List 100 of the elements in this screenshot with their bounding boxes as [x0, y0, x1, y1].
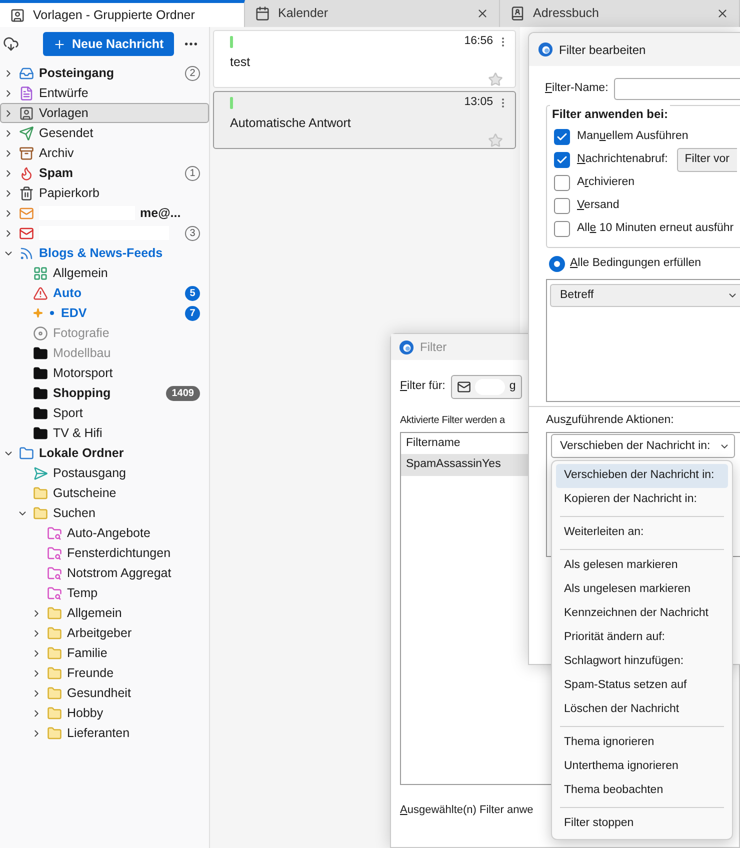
folder-item[interactable]: Suchen [0, 503, 209, 523]
menu-item[interactable]: Priorität ändern auf: [556, 626, 728, 650]
tab[interactable]: Vorlagen - Gruppierte Ordner [0, 0, 245, 27]
folder-item[interactable]: Lieferanten [0, 723, 209, 743]
new-message-button[interactable]: Neue Nachricht [43, 32, 174, 56]
folder-item[interactable]: Temp [0, 583, 209, 603]
checkbox-label: Nachrichtenabruf: [577, 152, 668, 168]
radio-button[interactable] [549, 256, 565, 272]
folder-item[interactable]: Blogs & News-Feeds [0, 243, 209, 263]
folder-item[interactable]: Gesendet [0, 123, 209, 143]
sparkle-icon [33, 308, 43, 318]
star-icon[interactable] [488, 132, 503, 148]
menu-item[interactable]: Thema beobachten [556, 779, 728, 803]
calendar-icon [255, 6, 270, 21]
field-label: Filter für: [400, 379, 446, 394]
menu-item[interactable]: Als gelesen markieren [556, 554, 728, 578]
condition-field-select[interactable]: Betreff [550, 284, 740, 307]
folder-item[interactable]: TV & Hifi [0, 423, 209, 443]
folder-item[interactable]: Allgemein [0, 603, 209, 623]
count-badge: 2 [185, 66, 200, 80]
folder-name: Gutscheine [53, 484, 116, 502]
folder-icon [47, 686, 62, 700]
folder-item[interactable]: Fensterdichtungen [0, 543, 209, 563]
status-bar-icon [230, 36, 233, 48]
folder-item[interactable]: Arbeitgeber [0, 623, 209, 643]
folder-item[interactable]: Posteingang 2 [0, 63, 209, 83]
menu-item[interactable]: Spam-Status setzen auf [556, 674, 728, 698]
menu-item[interactable]: Als ungelesen markieren [556, 578, 728, 602]
checkbox[interactable] [554, 175, 570, 191]
folder-icon [47, 646, 62, 660]
folder-name: Spam [39, 164, 74, 182]
menu-item[interactable]: Filter stoppen [556, 812, 728, 836]
checkbox[interactable] [554, 129, 570, 145]
close-icon[interactable] [716, 7, 729, 20]
checkbox-label: Archivieren [577, 175, 635, 190]
flame-icon [19, 166, 34, 180]
folder-item[interactable]: Sport [0, 403, 209, 423]
trash-icon [19, 186, 34, 200]
envelope-icon [19, 226, 34, 240]
menu-item[interactable]: Verschieben der Nachricht in: [556, 464, 728, 488]
folder-item[interactable]: Familie [0, 643, 209, 663]
menu-item[interactable]: Kennzeichnen der Nachricht [556, 602, 728, 626]
folder-item[interactable]: Lokale Ordner [0, 443, 209, 463]
folder-item[interactable]: Notstrom Aggregat [0, 563, 209, 583]
folder-icon [33, 346, 48, 360]
folder-item[interactable]: Gesundheit [0, 683, 209, 703]
folder-item[interactable]: Auto-Angebote [0, 523, 209, 543]
folder-item[interactable]: Shopping 1409 [0, 383, 209, 403]
folder-name: Archiv [39, 144, 74, 162]
menu-item[interactable]: Weiterleiten an: [556, 521, 728, 545]
folder-name: Modellbau [53, 344, 111, 362]
menu-item[interactable]: Kopieren der Nachricht in: [556, 488, 728, 512]
folder-item[interactable]: Hobby [0, 703, 209, 723]
star-icon[interactable] [488, 72, 503, 87]
menu-item[interactable]: Unterthema ignorieren [556, 755, 728, 779]
window-title: Filter bearbeiten [559, 42, 646, 58]
folder-item[interactable]: Motorsport [0, 363, 209, 383]
app-logo-icon [399, 340, 414, 354]
folder-icon [47, 706, 62, 720]
folder-icon [33, 506, 48, 520]
folder-item[interactable]: Gutscheine [0, 483, 209, 503]
message-card[interactable]: 16:56 test [213, 30, 516, 88]
close-icon[interactable] [476, 7, 489, 20]
checkmark-icon [556, 131, 568, 143]
folder-name: Vorlagen [39, 104, 88, 122]
message-card[interactable]: 13:05 Automatische Antwort [213, 91, 516, 149]
checkbox[interactable] [554, 152, 570, 168]
folder-name: Fotografie [53, 324, 110, 342]
checkbox-label: Versand [577, 198, 620, 214]
checkbox[interactable] [554, 221, 570, 237]
folder-name: Postausgang [53, 464, 126, 482]
folder-item[interactable]: EDV 7 [0, 303, 209, 323]
checkmark-icon [556, 154, 568, 166]
folder-item[interactable]: Archiv [0, 143, 209, 163]
folder-item[interactable]: Papierkorb [0, 183, 209, 203]
folder-name: Shopping [53, 384, 111, 402]
account-select[interactable]: g [451, 375, 522, 399]
folder-name: Allgemein [53, 264, 108, 282]
folder-item[interactable]: Spam 1 [0, 163, 209, 183]
menu-item[interactable]: Löschen der Nachricht [556, 698, 728, 722]
action-select[interactable]: Verschieben der Nachricht in: [551, 434, 735, 458]
menu-item[interactable]: Thema ignorieren [556, 731, 728, 755]
filter-timing-button[interactable]: Filter vor [676, 148, 737, 172]
cloud-download-icon[interactable] [3, 36, 19, 52]
folder-item[interactable]: Allgemein [0, 263, 209, 283]
folder-item[interactable]: Auto 5 [0, 283, 209, 303]
folder-name: Allgemein [67, 604, 122, 622]
folder-icon [47, 726, 62, 740]
folder-item[interactable]: Entwürfe [0, 83, 209, 103]
folder-item[interactable]: Vorlagen [0, 103, 209, 123]
folder-name: Auto-Angebote [67, 524, 150, 542]
menu-item[interactable]: Schlagwort hinzufügen: [556, 650, 728, 674]
disc-icon [33, 326, 48, 340]
folder-icon [33, 486, 48, 500]
filter-hint: Aktivierte Filter werden a [400, 414, 506, 428]
folder-item[interactable]: Postausgang [0, 463, 209, 483]
folder-icon [33, 426, 48, 440]
checkbox[interactable] [554, 198, 570, 214]
folder-name: Motorsport [53, 364, 113, 382]
folder-item[interactable]: Freunde [0, 663, 209, 683]
